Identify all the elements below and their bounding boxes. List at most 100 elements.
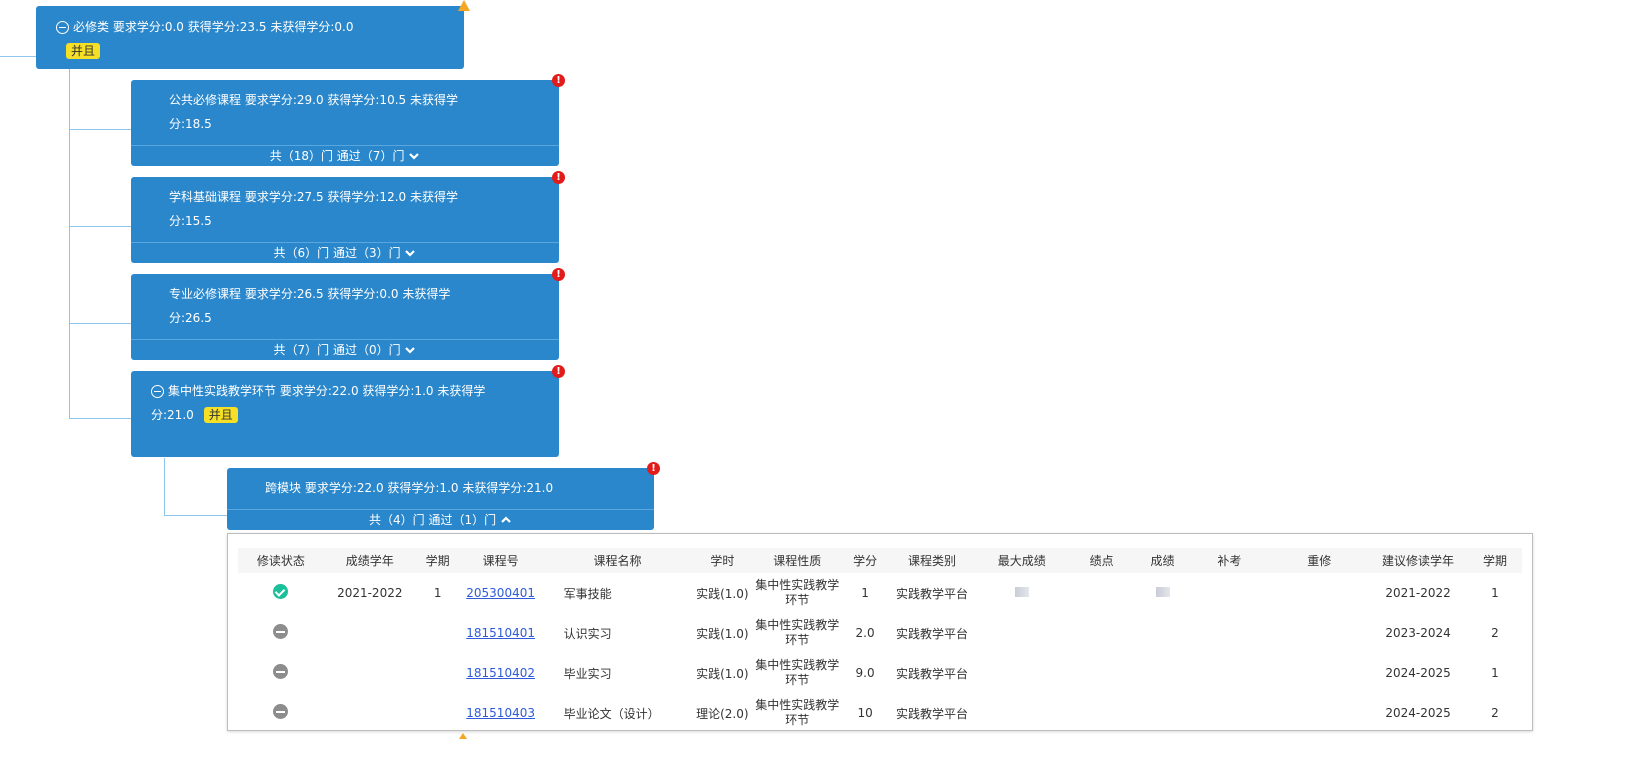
col-course-code: 课程号 [459, 548, 542, 573]
course-code-link[interactable]: 181510403 [466, 706, 535, 720]
exclamation-icon: ! [647, 462, 660, 475]
and-badge: 并且 [203, 407, 238, 423]
credit-cell: 2.0 [855, 626, 875, 640]
node-text-line1: 学科基础课程 要求学分:27.5 获得学分:12.0 未获得学 [169, 190, 458, 204]
max-score-cell [977, 613, 1067, 653]
course-table: 修读状态 成绩学年 学期 课程号 课程名称 学时 课程性质 学分 课程类别 最大… [238, 548, 1522, 733]
course-code-link[interactable]: 181510401 [466, 626, 535, 640]
node-discipline-foundation[interactable]: 学科基础课程 要求学分:27.5 获得学分:12.0 未获得学 分:15.5 共… [131, 171, 565, 263]
blurred-score [1014, 587, 1029, 597]
col-gpa: 绩点 [1066, 548, 1137, 573]
course-summary-toggle[interactable]: 共（7）门 通过（0）门 [131, 339, 559, 360]
course-code-cell: 181510401 [460, 613, 542, 653]
course-code-cell: 181510403 [460, 693, 542, 733]
tree-line [164, 458, 165, 515]
category-cell: 实践教学平台 [895, 666, 968, 681]
credit-cell: 1 [861, 586, 869, 600]
warning-triangle-icon [458, 0, 470, 11]
nature-cell: 集中性实践教学环节 [755, 658, 840, 687]
term-cell [416, 693, 460, 733]
col-retake: 重修 [1270, 548, 1369, 573]
course-summary-toggle[interactable]: 共（4）门 通过（1）门 [227, 509, 654, 530]
minus-circle-icon [273, 624, 289, 639]
suggest-term-cell: 2 [1491, 706, 1499, 720]
course-summary-toggle[interactable]: 共（6）门 通过（3）门 [131, 242, 559, 263]
col-score: 成绩 [1136, 548, 1189, 573]
makeup-cell [1188, 573, 1270, 613]
chevron-up-icon [501, 516, 511, 523]
summary-text: 共（18）门 通过（7）门 [269, 149, 405, 163]
node-cross-module[interactable]: 跨模块 要求学分:22.0 获得学分:1.0 未获得学分:21.0 共（4）门 … [227, 462, 660, 530]
course-table-panel: 修读状态 成绩学年 学期 课程号 课程名称 学时 课程性质 学分 课程类别 最大… [227, 533, 1533, 731]
minus-circle-icon [273, 704, 289, 719]
course-name-cell: 毕业论文（设计） [563, 706, 660, 721]
node-concentrated-practice[interactable]: 集中性实践教学环节 要求学分:22.0 获得学分:1.0 未获得学 分:21.0… [131, 365, 565, 457]
term-cell [416, 613, 460, 653]
course-name-cell: 毕业实习 [563, 666, 612, 681]
category-cell: 实践教学平台 [895, 586, 968, 601]
suggest-term-cell: 2 [1491, 626, 1499, 640]
course-code-link[interactable]: 205300401 [466, 586, 535, 600]
chevron-down-icon [405, 347, 416, 354]
col-max-score: 最大成绩 [976, 548, 1067, 573]
col-category: 课程类别 [887, 548, 977, 573]
score-year-cell [324, 693, 416, 733]
makeup-cell [1188, 613, 1270, 653]
retake-cell [1270, 573, 1368, 613]
exclamation-icon: ! [552, 365, 565, 378]
category-cell: 实践教学平台 [895, 706, 968, 721]
score-cell [1137, 693, 1189, 733]
chevron-down-icon [405, 250, 416, 257]
col-makeup: 补考 [1188, 548, 1271, 573]
nature-cell: 集中性实践教学环节 [755, 618, 840, 647]
tree-line [69, 129, 131, 130]
suggest-year-cell: 2023-2024 [1385, 626, 1451, 640]
gpa-cell [1067, 613, 1137, 653]
and-badge: 并且 [66, 43, 101, 59]
nature-cell: 集中性实践教学环节 [755, 578, 840, 607]
col-status: 修读状态 [238, 548, 324, 573]
tree-line [164, 515, 227, 516]
hours-cell: 实践(1.0) [696, 666, 749, 681]
suggest-term-cell: 1 [1491, 666, 1499, 680]
node-text-line1: 公共必修课程 要求学分:29.0 获得学分:10.5 未获得学 [169, 93, 458, 107]
gpa-cell [1067, 693, 1137, 733]
makeup-cell [1188, 653, 1270, 693]
course-summary-toggle[interactable]: 共（18）门 通过（7）门 [131, 145, 559, 166]
col-hours: 学时 [693, 548, 752, 573]
score-year-cell [324, 613, 416, 653]
course-name-cell: 军事技能 [563, 586, 612, 601]
course-name-cell: 认识实习 [563, 626, 612, 641]
status-cell [238, 693, 324, 733]
credit-cell: 9.0 [855, 666, 875, 680]
max-score-cell [977, 573, 1067, 613]
gpa-cell [1067, 653, 1137, 693]
hours-cell: 理论(2.0) [696, 706, 749, 721]
check-circle-icon [273, 584, 289, 599]
node-public-required[interactable]: 公共必修课程 要求学分:29.0 获得学分:10.5 未获得学 分:18.5 共… [131, 74, 565, 166]
status-cell [238, 653, 324, 693]
tree-line [69, 226, 131, 227]
nature-cell: 集中性实践教学环节 [755, 698, 840, 727]
table-row: 181510403 毕业论文（设计） 理论(2.0) 集中性实践教学环节 10 实践教学平… [238, 693, 1522, 733]
table-row: 2021-2022 1 205300401 军事技能 实践(1.0) 集中性实践教学环节 1… [238, 573, 1522, 613]
summary-text: 共（6）门 通过（3）门 [273, 246, 401, 260]
course-code-link[interactable]: 181510402 [466, 666, 535, 680]
exclamation-icon: ! [552, 268, 565, 281]
summary-text: 共（4）门 通过（1）门 [369, 513, 497, 527]
hours-cell: 实践(1.0) [696, 586, 749, 601]
node-required-courses[interactable]: 必修类 要求学分:0.0 获得学分:23.5 未获得学分:0.0 并且 [36, 0, 470, 69]
minus-circle-icon[interactable] [151, 385, 164, 398]
minus-circle-icon[interactable] [56, 21, 69, 34]
table-row: 181510402 毕业实习 实践(1.0) 集中性实践教学环节 9.0 实践教学平台 20… [238, 653, 1522, 693]
exclamation-icon: ! [552, 74, 565, 87]
retake-cell [1270, 653, 1368, 693]
minus-circle-icon [273, 664, 289, 679]
node-text-line1: 跨模块 要求学分:22.0 获得学分:1.0 未获得学分:21.0 [265, 481, 554, 495]
makeup-cell [1188, 693, 1270, 733]
node-major-required[interactable]: 专业必修课程 要求学分:26.5 获得学分:0.0 未获得学 分:26.5 共（… [131, 268, 565, 360]
score-cell [1137, 573, 1189, 613]
gpa-cell [1067, 573, 1137, 613]
node-text-line2: 分:15.5 [169, 214, 212, 228]
status-cell [238, 613, 324, 653]
